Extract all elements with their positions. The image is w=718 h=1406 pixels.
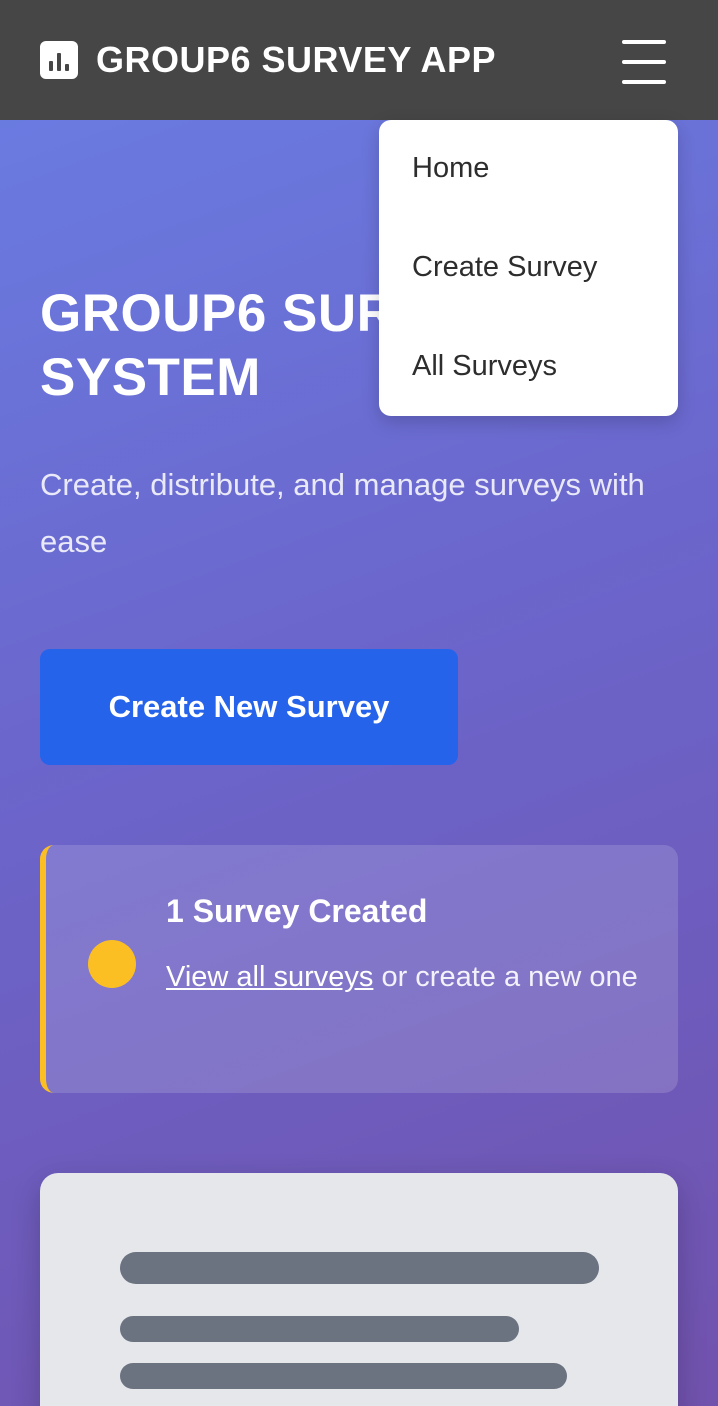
- skeleton-line: [120, 1363, 567, 1389]
- nav-item-home[interactable]: Home: [379, 120, 678, 219]
- skeleton-line: [120, 1252, 599, 1284]
- bar-chart-icon: [40, 41, 78, 79]
- skeleton-line: [120, 1316, 519, 1342]
- survey-count-notice: 1 Survey Created View all surveys or cre…: [40, 845, 678, 1093]
- hero-title-line2: SYSTEM: [40, 348, 261, 407]
- survey-preview-card: [40, 1173, 678, 1406]
- create-new-survey-button[interactable]: Create New Survey: [40, 649, 458, 765]
- nav-dropdown-menu: Home Create Survey All Surveys: [379, 120, 678, 416]
- hamburger-menu-icon[interactable]: [622, 40, 666, 84]
- notice-body-text: or create a new one: [373, 961, 638, 993]
- hero-subtitle: Create, distribute, and manage surveys w…: [40, 467, 645, 559]
- nav-item-all-surveys[interactable]: All Surveys: [379, 318, 678, 417]
- app-title[interactable]: GROUP6 SURVEY APP: [96, 39, 496, 81]
- nav-item-create-survey[interactable]: Create Survey: [379, 219, 678, 318]
- top-navbar: GROUP6 SURVEY APP: [0, 0, 718, 120]
- view-all-surveys-link[interactable]: View all surveys: [166, 961, 373, 993]
- status-dot-icon: [88, 940, 136, 988]
- notice-body: View all surveys or create a new one: [166, 951, 646, 1003]
- notice-title: 1 Survey Created: [166, 893, 428, 929]
